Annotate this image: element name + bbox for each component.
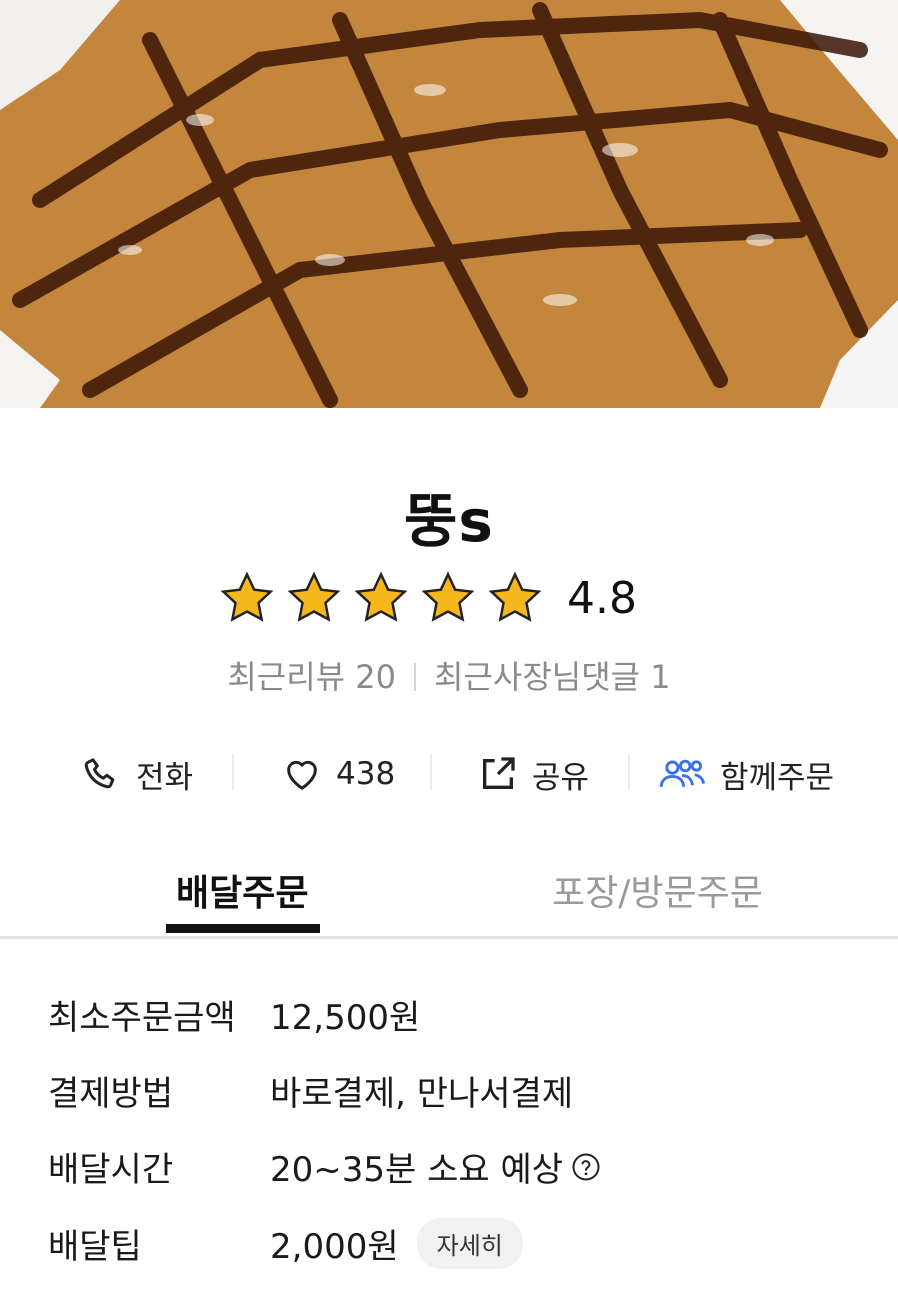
- share-button[interactable]: 공유: [478, 746, 589, 802]
- star-icon: [220, 571, 274, 622]
- delivery-time-value: 20~35분 소요 예상: [270, 1150, 564, 1190]
- review-meta: 최근리뷰 20 최근사장님댓글 1: [0, 652, 898, 698]
- tab-pickup-order[interactable]: 포장/방문주문: [552, 864, 763, 916]
- delivery-tip-label: 배달팁: [48, 1227, 142, 1267]
- action-divider: [430, 754, 432, 790]
- delivery-time-row: 배달시간 20~35분 소요 예상: [48, 1142, 601, 1191]
- group-icon: [659, 759, 706, 787]
- meta-divider: [414, 663, 417, 691]
- delivery-tip-detail-button[interactable]: 자세히: [416, 1218, 523, 1269]
- call-button[interactable]: 전화: [82, 746, 193, 802]
- share-icon: [483, 757, 515, 789]
- delivery-tip-row: 배달팁 2,000원 자세히: [48, 1218, 523, 1269]
- action-divider: [628, 754, 630, 790]
- tab-delivery-order[interactable]: 배달주문: [176, 864, 308, 916]
- active-tab-indicator: [166, 924, 320, 933]
- share-label: 공유: [532, 759, 590, 796]
- owner-comments-link[interactable]: 최근사장님댓글 1: [434, 658, 671, 696]
- min-order-row: 최소주문금액 12,500원: [48, 990, 420, 1039]
- hero-food-illustration: [0, 0, 898, 408]
- delivery-tip-value: 2,000원: [270, 1227, 399, 1267]
- question-icon[interactable]: [571, 1152, 601, 1182]
- min-order-value: 12,500원: [270, 998, 421, 1038]
- star-icon: [421, 571, 475, 622]
- group-order-label: 함께주문: [720, 759, 835, 796]
- rating-value: 4.8: [567, 572, 637, 624]
- store-name: 뚱s: [404, 487, 494, 555]
- action-bar: 전화 438 공유 함께주문: [0, 746, 898, 802]
- star-icon: [287, 571, 341, 622]
- payment-row: 결제방법 바로결제, 만나서결제: [48, 1066, 573, 1115]
- order-type-tabs: 배달주문 포장/방문주문: [0, 852, 898, 939]
- phone-icon: [84, 758, 115, 789]
- payment-label: 결제방법: [48, 1074, 174, 1114]
- action-divider: [232, 754, 234, 790]
- rating-row: 4.8: [220, 566, 637, 630]
- like-button[interactable]: 438: [282, 746, 395, 802]
- payment-value: 바로결제, 만나서결제: [270, 1074, 574, 1114]
- delivery-time-label: 배달시간: [48, 1150, 174, 1190]
- group-order-button[interactable]: 함께주문: [658, 746, 834, 802]
- star-icon: [354, 571, 408, 622]
- star-icon: [488, 571, 542, 622]
- like-count: 438: [336, 756, 396, 792]
- heart-icon: [287, 760, 317, 790]
- min-order-label: 최소주문금액: [48, 998, 236, 1038]
- hero-image: [0, 0, 898, 408]
- recent-reviews-link[interactable]: 최근리뷰 20: [227, 658, 396, 696]
- call-label: 전화: [136, 759, 194, 796]
